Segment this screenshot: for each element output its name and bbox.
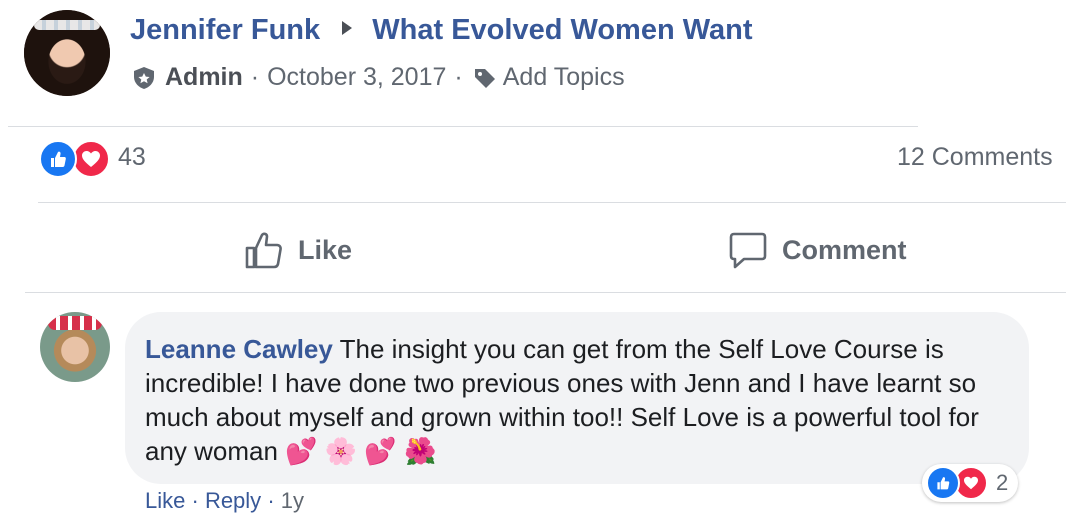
two-hearts-emoji: 💕 [285, 436, 318, 466]
group-link[interactable]: What Evolved Women Want [372, 14, 752, 46]
hibiscus-emoji: 🌺 [404, 436, 437, 466]
comment-reply-link[interactable]: Reply [205, 488, 261, 513]
like-button[interactable]: Like [244, 226, 352, 274]
post-date[interactable]: October 3, 2017 [267, 63, 446, 92]
post-author-link[interactable]: Jennifer Funk [130, 14, 320, 46]
comment-button[interactable]: Comment [728, 226, 907, 274]
two-hearts-emoji: 💕 [364, 436, 397, 466]
comment-button-label: Comment [782, 234, 907, 265]
speech-bubble-icon [729, 232, 767, 269]
comment-body: Leanne Cawley The insight you can get fr… [145, 332, 985, 468]
dot-separator: · [267, 488, 281, 513]
post-author-avatar[interactable] [24, 10, 110, 96]
divider [8, 126, 918, 127]
thumbs-up-icon [245, 232, 282, 269]
comment-author-link[interactable]: Leanne Cawley [145, 334, 333, 364]
comment-actions: Like · Reply · 1y [145, 488, 304, 514]
like-reaction-icon [926, 466, 960, 500]
like-reaction-icon[interactable] [39, 140, 77, 178]
post-title-row: Jennifer Funk What Evolved Women Want [130, 14, 753, 47]
comment-time[interactable]: 1y [281, 488, 304, 513]
shield-icon [134, 66, 154, 89]
tag-icon [474, 68, 495, 88]
cherry-blossom-emoji: 🌸 [324, 436, 358, 466]
divider [25, 292, 1066, 293]
like-button-label: Like [298, 234, 353, 265]
comment-like-link[interactable]: Like [145, 488, 185, 513]
love-reaction-icon[interactable] [72, 140, 110, 178]
commenter-avatar[interactable] [40, 312, 110, 382]
post-meta: Admin · October 3, 2017 · Add Topics [133, 63, 625, 92]
triangle-right-icon [342, 21, 353, 35]
meta-separator: · [250, 63, 260, 91]
role-badge: Admin [165, 63, 243, 91]
comments-count[interactable]: 12 Comments [897, 143, 1053, 172]
comment-reaction-count: 2 [996, 470, 1009, 495]
comment-reactions[interactable]: 2 [922, 464, 1019, 502]
meta-separator: · [454, 63, 463, 91]
add-topics-link[interactable]: Add Topics [503, 63, 625, 92]
reaction-count[interactable]: 43 [118, 143, 146, 172]
divider [38, 202, 1066, 203]
dot-separator: · [191, 488, 205, 513]
